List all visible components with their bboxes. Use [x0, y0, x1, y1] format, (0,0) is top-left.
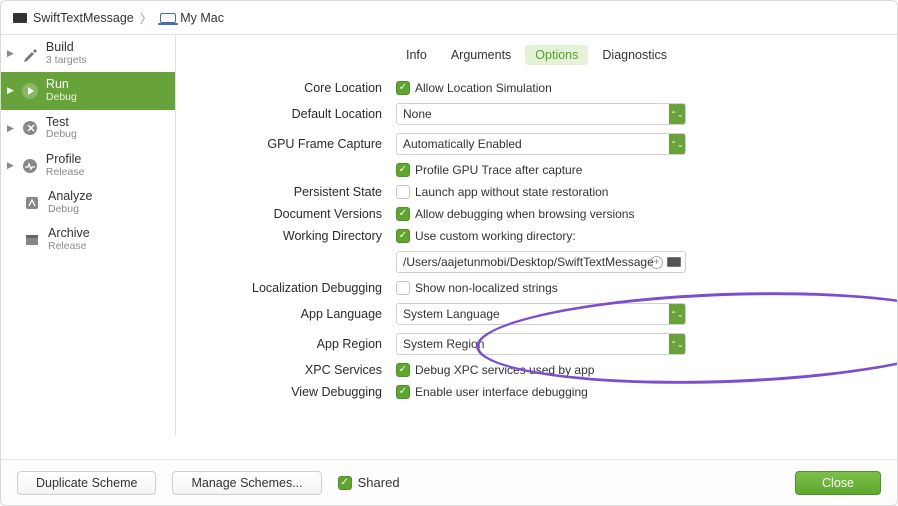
clear-icon[interactable]: + — [650, 256, 663, 269]
sidebar-item-archive[interactable]: Archive Release — [1, 221, 175, 258]
sidebar-item-label: Build — [46, 41, 87, 55]
sidebar-item-run[interactable]: ▶ Run Debug — [1, 72, 175, 109]
persistent-state-text: Launch app without state restoration — [415, 185, 608, 199]
scheme-action-sidebar: ▶ Build 3 targets ▶ Run Debug — [1, 35, 176, 435]
gauge-icon — [20, 156, 40, 176]
document-versions-text: Allow debugging when browsing versions — [415, 207, 634, 221]
mac-icon — [160, 13, 176, 23]
chevron-updown-icon: ⌃⌄ — [669, 334, 685, 354]
chevron-updown-icon: ⌃⌄ — [669, 134, 685, 154]
breadcrumb-target: My Mac — [180, 11, 224, 25]
view-debugging-text: Enable user interface debugging — [415, 385, 588, 399]
core-location-label: Core Location — [176, 81, 396, 95]
options-tabbar: Info Arguments Options Diagnostics — [176, 35, 897, 77]
app-region-label: App Region — [176, 337, 396, 351]
sidebar-item-build[interactable]: ▶ Build 3 targets — [1, 35, 175, 72]
sidebar-item-sublabel: Release — [48, 241, 90, 253]
xpc-services-text: Debug XPC services used by app — [415, 363, 594, 377]
chevron-updown-icon: ⌃⌄ — [669, 104, 685, 124]
sidebar-item-test[interactable]: ▶ Test Debug — [1, 110, 175, 147]
default-location-value: None — [403, 107, 432, 121]
breadcrumb[interactable]: SwiftTextMessage 〉 My Mac — [1, 1, 897, 35]
folder-icon[interactable] — [667, 257, 681, 267]
app-region-select[interactable]: System Region ⌃⌄ — [396, 333, 686, 355]
sidebar-item-label: Profile — [46, 153, 85, 167]
disclosure-icon[interactable]: ▶ — [7, 160, 14, 171]
localization-debugging-checkbox[interactable] — [396, 281, 410, 295]
chevron-right-icon: 〉 — [140, 8, 153, 27]
allow-location-text: Allow Location Simulation — [415, 81, 552, 95]
sidebar-item-sublabel: 3 targets — [46, 55, 87, 67]
app-language-label: App Language — [176, 307, 396, 321]
xpc-services-checkbox[interactable] — [396, 363, 410, 377]
wrench-icon — [20, 118, 40, 138]
sidebar-item-sublabel: Release — [46, 167, 85, 179]
sidebar-item-label: Analyze — [48, 190, 92, 204]
analyze-icon — [22, 193, 42, 213]
working-directory-path: /Users/aajetunmobi/Desktop/SwiftTextMess… — [403, 255, 654, 269]
play-icon — [20, 81, 40, 101]
allow-location-checkbox[interactable] — [396, 81, 410, 95]
disclosure-icon[interactable]: ▶ — [7, 48, 14, 59]
app-language-select[interactable]: System Language ⌃⌄ — [396, 303, 686, 325]
archive-icon — [22, 230, 42, 250]
sidebar-item-sublabel: Debug — [46, 92, 77, 104]
sidebar-item-sublabel: Debug — [48, 204, 92, 216]
document-versions-label: Document Versions — [176, 207, 396, 221]
breadcrumb-project: SwiftTextMessage — [33, 11, 134, 25]
duplicate-scheme-button[interactable]: Duplicate Scheme — [17, 471, 156, 495]
xpc-services-label: XPC Services — [176, 363, 396, 377]
view-debugging-checkbox[interactable] — [396, 385, 410, 399]
shared-label: Shared — [358, 475, 400, 490]
footer-bar: Duplicate Scheme Manage Schemes... Share… — [1, 459, 897, 505]
sidebar-item-label: Run — [46, 78, 77, 92]
tab-diagnostics[interactable]: Diagnostics — [592, 45, 677, 65]
localization-debugging-text: Show non-localized strings — [415, 281, 558, 295]
manage-schemes-button[interactable]: Manage Schemes... — [172, 471, 321, 495]
shared-checkbox[interactable] — [338, 476, 352, 490]
sidebar-item-sublabel: Debug — [46, 129, 77, 141]
tab-arguments[interactable]: Arguments — [441, 45, 521, 65]
profile-gpu-checkbox[interactable] — [396, 163, 410, 177]
default-location-label: Default Location — [176, 107, 396, 121]
gpu-frame-capture-label: GPU Frame Capture — [176, 137, 396, 151]
working-directory-checkbox[interactable] — [396, 229, 410, 243]
disclosure-icon[interactable]: ▶ — [7, 85, 14, 96]
sidebar-item-profile[interactable]: ▶ Profile Release — [1, 147, 175, 184]
gpu-frame-capture-select[interactable]: Automatically Enabled ⌃⌄ — [396, 133, 686, 155]
persistent-state-label: Persistent State — [176, 185, 396, 199]
close-button[interactable]: Close — [795, 471, 881, 495]
scheme-icon — [13, 13, 27, 23]
sidebar-item-label: Archive — [48, 227, 90, 241]
document-versions-checkbox[interactable] — [396, 207, 410, 221]
app-region-value: System Region — [403, 337, 484, 351]
app-language-value: System Language — [403, 307, 500, 321]
working-directory-input[interactable]: /Users/aajetunmobi/Desktop/SwiftTextMess… — [396, 251, 686, 273]
hammer-icon — [20, 44, 40, 64]
working-directory-label: Working Directory — [176, 229, 396, 243]
working-directory-text: Use custom working directory: — [415, 229, 576, 243]
gpu-frame-capture-value: Automatically Enabled — [403, 137, 522, 151]
persistent-state-checkbox[interactable] — [396, 185, 410, 199]
profile-gpu-text: Profile GPU Trace after capture — [415, 163, 582, 177]
localization-debugging-label: Localization Debugging — [176, 281, 396, 295]
chevron-updown-icon: ⌃⌄ — [669, 304, 685, 324]
view-debugging-label: View Debugging — [176, 385, 396, 399]
tab-info[interactable]: Info — [396, 45, 437, 65]
sidebar-item-analyze[interactable]: Analyze Debug — [1, 184, 175, 221]
sidebar-item-label: Test — [46, 116, 77, 130]
default-location-select[interactable]: None ⌃⌄ — [396, 103, 686, 125]
tab-options[interactable]: Options — [525, 45, 588, 65]
disclosure-icon[interactable]: ▶ — [7, 123, 14, 134]
